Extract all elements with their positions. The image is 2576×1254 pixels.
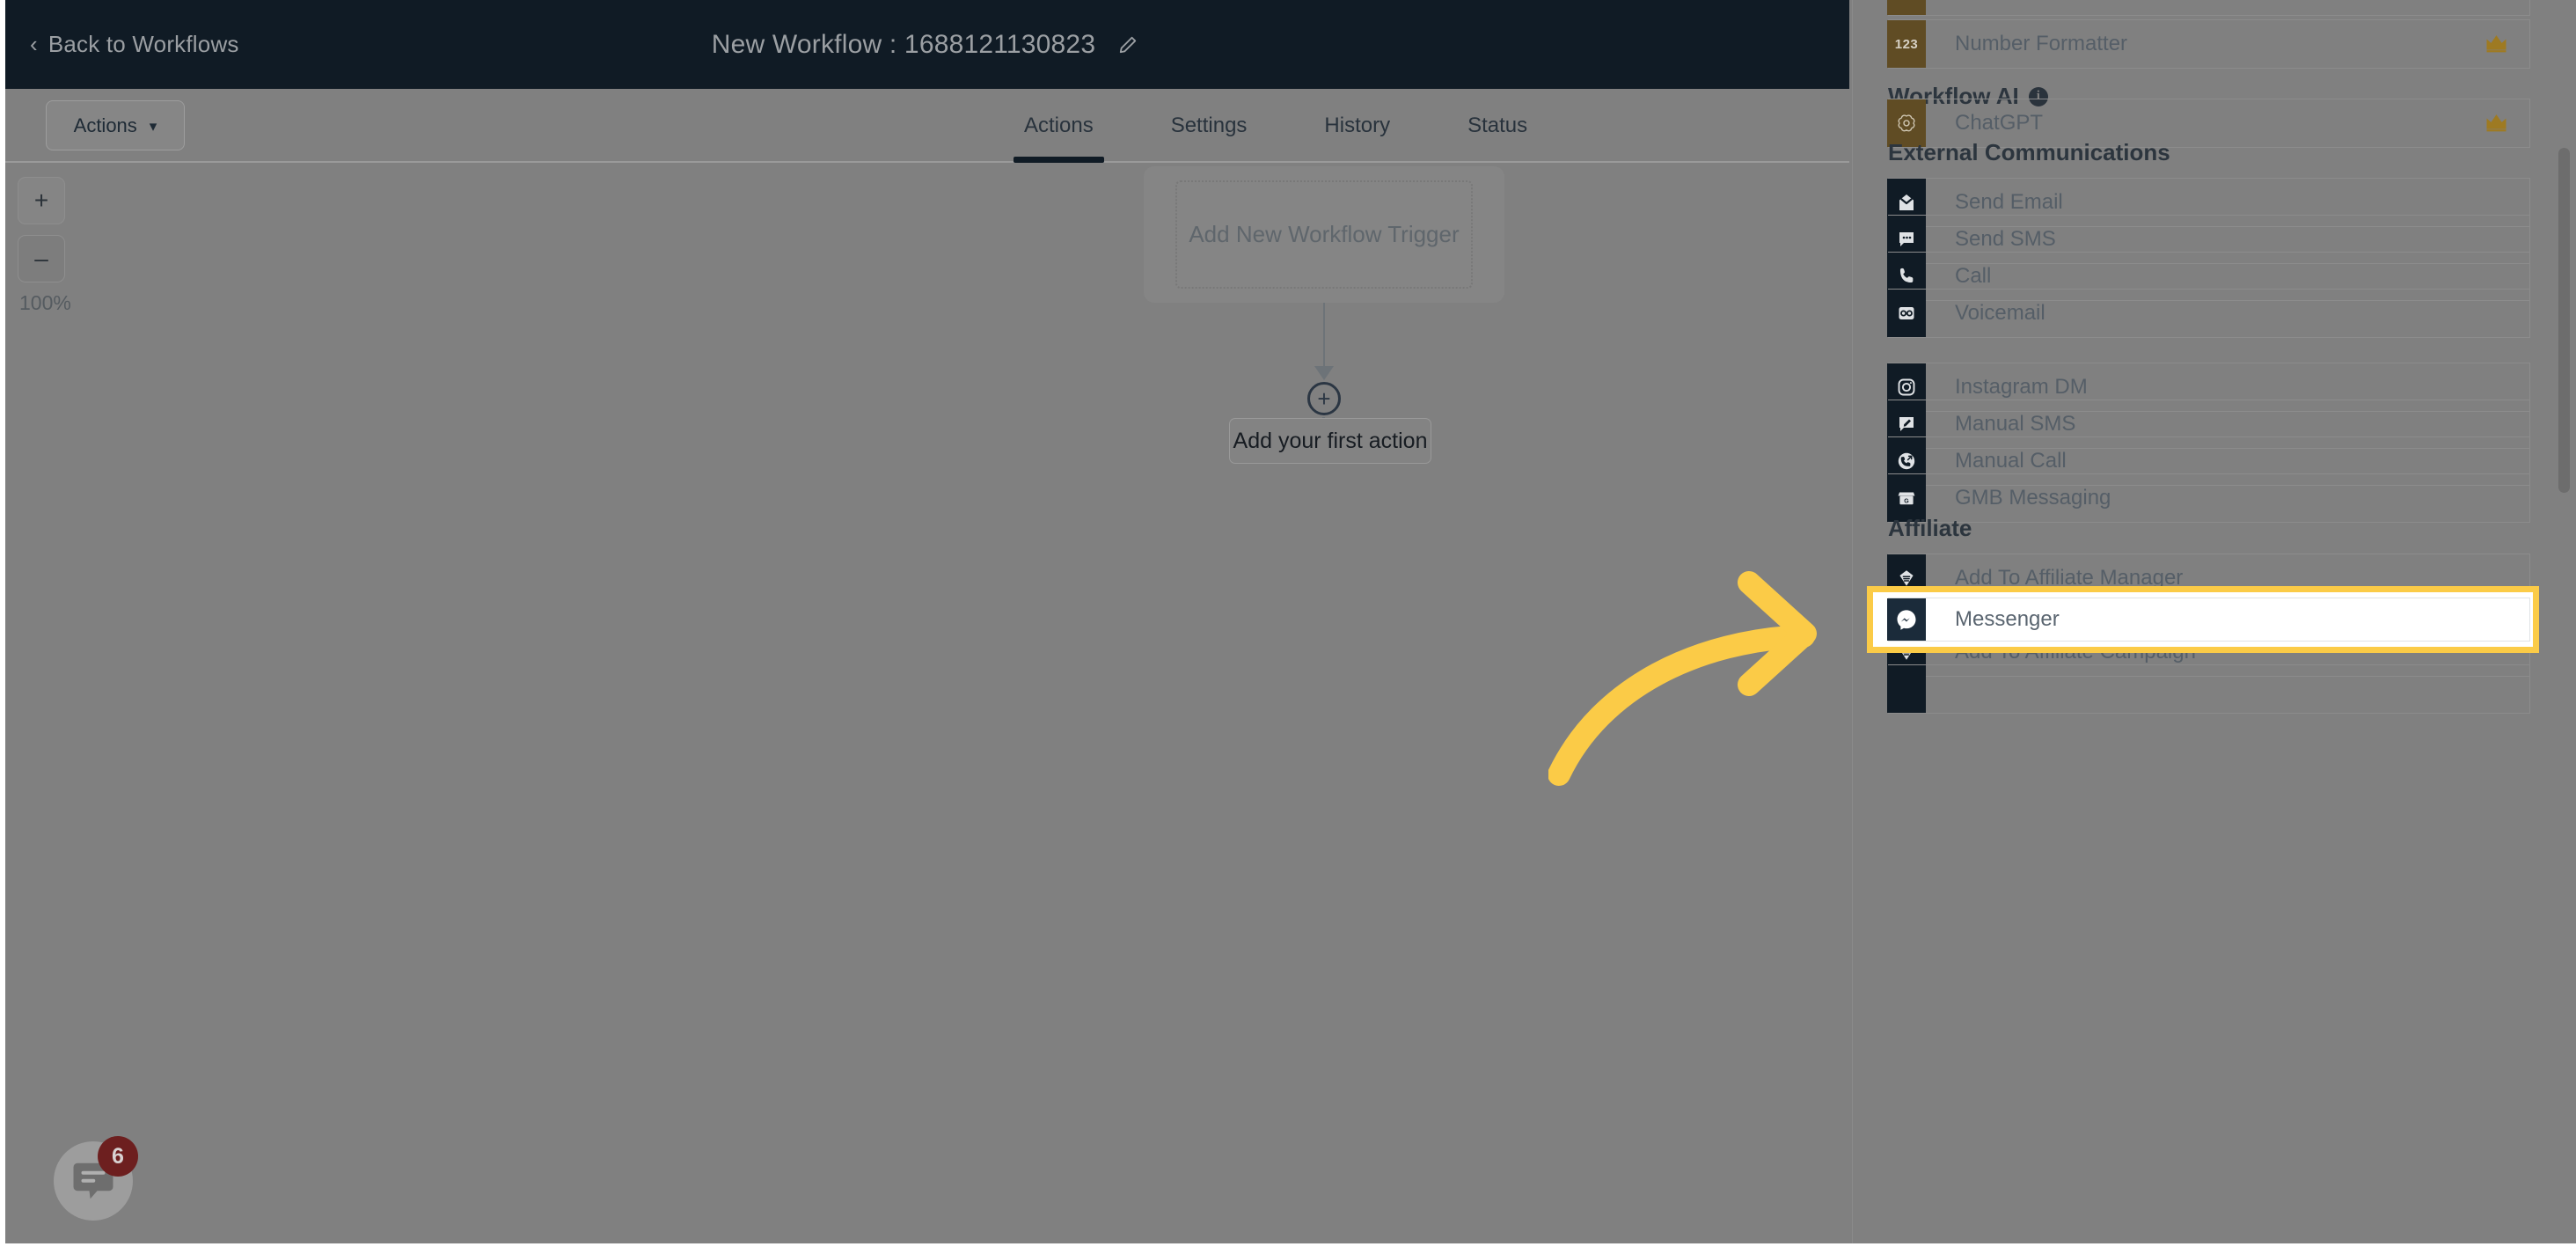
plus-icon: +	[33, 187, 49, 214]
app-header: ‹ Back to Workflows New Workflow : 16881…	[0, 0, 1849, 89]
formatter-icon	[1887, 0, 1926, 15]
list-item-number-formatter[interactable]: 123 Number Formatter	[1887, 19, 2530, 69]
list-item-voicemail[interactable]: Voicemail	[1887, 289, 2530, 338]
list-item[interactable]	[1887, 664, 2530, 714]
sidebar-scrollbar-thumb[interactable]	[2558, 148, 2570, 493]
tab-history-label: History	[1324, 114, 1391, 137]
add-workflow-trigger-button[interactable]: Add New Workflow Trigger	[1175, 180, 1473, 289]
svg-text:G: G	[1904, 499, 1909, 505]
list-item-label: Messenger	[1955, 607, 2060, 631]
workflow-graph: Add New Workflow Trigger + Add your firs…	[1144, 166, 1513, 464]
chevron-left-icon: ‹	[30, 30, 38, 57]
zoom-out-button[interactable]: –	[18, 235, 65, 282]
workflow-canvas[interactable]: + – 100% Add New Workflow Trigger + Add …	[0, 165, 1849, 1254]
group-header-external-communications: External Communications	[1849, 139, 2170, 166]
voicemail-icon	[1887, 290, 1926, 337]
affiliate-icon	[1887, 665, 1926, 713]
group-header-affiliate: Affiliate	[1849, 515, 1972, 542]
connector-line	[1323, 303, 1325, 375]
zoom-level-label: 100%	[19, 291, 71, 314]
workflow-trigger-card: Add New Workflow Trigger	[1144, 166, 1504, 303]
crown-icon	[2485, 20, 2529, 68]
group-header-label: External Communications	[1888, 139, 2170, 165]
workflow-title-group: New Workflow : 1688121130823	[0, 0, 1849, 89]
group-header-label: Affiliate	[1888, 515, 1972, 541]
tab-status-label: Status	[1467, 114, 1528, 137]
back-to-workflows-label: Back to Workflows	[48, 31, 239, 57]
chat-unread-badge: 6	[98, 1136, 138, 1177]
list-item-messenger[interactable]: Messenger	[1887, 598, 2530, 642]
list-item-gmb-messaging[interactable]: G GMB Messaging	[1887, 473, 2530, 523]
add-first-action-label: Add your first action	[1233, 428, 1428, 453]
number-123-icon: 123	[1887, 20, 1926, 68]
app-root: ‹ Back to Workflows New Workflow : 16881…	[0, 0, 2576, 1254]
chat-support-widget[interactable]: 6	[54, 1136, 138, 1221]
workflow-tabbar: Actions ▾ Actions Settings History Statu…	[0, 89, 1849, 163]
list-item-label: GMB Messaging	[1955, 486, 2111, 510]
tab-settings-label: Settings	[1170, 114, 1248, 137]
add-first-action-button[interactable]: Add your first action	[1229, 418, 1431, 464]
plus-circle-icon[interactable]: +	[1307, 382, 1341, 415]
chevron-down-icon: ▾	[149, 117, 157, 135]
list-item[interactable]	[1887, 0, 2530, 16]
list-item-label: Number Formatter	[1955, 32, 2128, 55]
tab-actions[interactable]: Actions	[985, 89, 1132, 163]
tab-actions-label: Actions	[1024, 114, 1094, 137]
tab-settings[interactable]: Settings	[1132, 89, 1286, 163]
crown-icon	[2485, 99, 2529, 147]
actions-dropdown-button[interactable]: Actions ▾	[46, 100, 185, 150]
minus-icon: –	[34, 245, 48, 272]
tab-status[interactable]: Status	[1429, 89, 1566, 163]
tab-history[interactable]: History	[1285, 89, 1429, 163]
facebook-messenger-icon	[1887, 598, 1926, 641]
zoom-in-button[interactable]: +	[18, 177, 65, 224]
connector-arrowhead-icon	[1314, 366, 1334, 380]
workflow-builder-main: ‹ Back to Workflows New Workflow : 16881…	[0, 0, 1849, 1254]
page-title: New Workflow : 1688121130823	[711, 29, 1096, 59]
page-bottom-edge	[0, 1243, 2576, 1254]
page-left-edge	[0, 0, 5, 1254]
list-item-label: Voicemail	[1955, 301, 2045, 325]
back-to-workflows-link[interactable]: ‹ Back to Workflows	[30, 31, 239, 58]
add-workflow-trigger-label: Add New Workflow Trigger	[1189, 220, 1460, 247]
pencil-icon[interactable]	[1118, 35, 1138, 55]
actions-dropdown-label: Actions	[73, 114, 137, 136]
tab-list: Actions Settings History Status	[985, 89, 1566, 163]
sidebar-divider	[1852, 0, 1853, 1254]
